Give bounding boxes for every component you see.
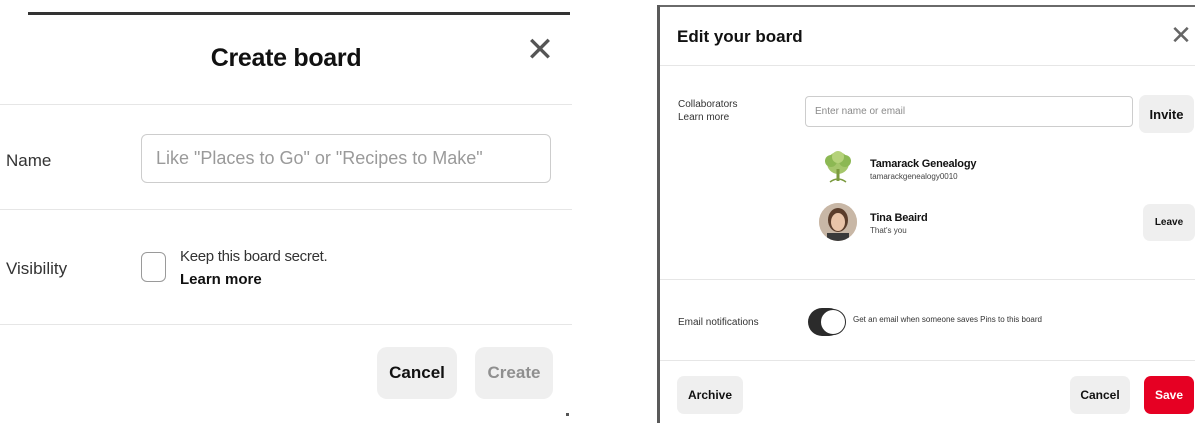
collaborators-label: Collaborators xyxy=(678,99,738,110)
divider xyxy=(660,65,1195,66)
email-notifications-toggle[interactable] xyxy=(808,308,843,336)
dialog-top-edge xyxy=(28,12,570,15)
name-label: Name xyxy=(6,151,52,170)
divider xyxy=(0,209,572,210)
collaborator-name: Tina Beaird xyxy=(870,212,928,224)
divider xyxy=(0,324,572,325)
tree-icon xyxy=(825,151,851,183)
dialog-top-edge xyxy=(660,5,1195,7)
email-notifications-label: Email notifications xyxy=(678,317,759,328)
invite-button[interactable]: Invite xyxy=(1139,95,1194,133)
cancel-button[interactable]: Cancel xyxy=(1070,376,1130,414)
close-icon[interactable]: ✕ xyxy=(1169,22,1193,48)
divider xyxy=(660,360,1195,361)
photo-avatar xyxy=(819,203,857,241)
collaborator-search-input[interactable] xyxy=(805,96,1133,127)
divider xyxy=(0,104,572,105)
cancel-button[interactable]: Cancel xyxy=(377,347,457,399)
edit-board-title: Edit your board xyxy=(677,27,803,46)
edit-board-dialog: Edit your board ✕ Collaborators Learn mo… xyxy=(657,5,1195,423)
collaborator-note: That's you xyxy=(870,226,907,235)
create-board-dialog: Create board ✕ Name Visibility Keep this… xyxy=(0,0,572,423)
secret-checkbox[interactable] xyxy=(141,252,166,282)
create-board-title: Create board xyxy=(210,44,362,72)
visibility-label: Visibility xyxy=(6,259,68,278)
tree-avatar xyxy=(819,149,857,187)
leave-button[interactable]: Leave xyxy=(1143,204,1195,241)
user-photo-icon xyxy=(819,203,857,241)
email-notifications-description: Get an email when someone saves Pins to … xyxy=(853,315,1042,324)
divider xyxy=(660,279,1195,280)
create-button[interactable]: Create xyxy=(475,347,553,399)
save-button[interactable]: Save xyxy=(1144,376,1194,414)
learn-more-link[interactable]: Learn more xyxy=(678,111,729,124)
close-icon[interactable]: ✕ xyxy=(524,33,556,67)
learn-more-link[interactable]: Learn more xyxy=(180,271,262,288)
resize-corner xyxy=(566,413,569,416)
collaborator-username: tamarackgenealogy0010 xyxy=(870,172,958,181)
board-name-input[interactable] xyxy=(141,134,551,183)
archive-button[interactable]: Archive xyxy=(677,376,743,414)
secret-text: Keep this board secret. xyxy=(180,248,328,265)
collaborator-name: Tamarack Genealogy xyxy=(870,158,977,170)
